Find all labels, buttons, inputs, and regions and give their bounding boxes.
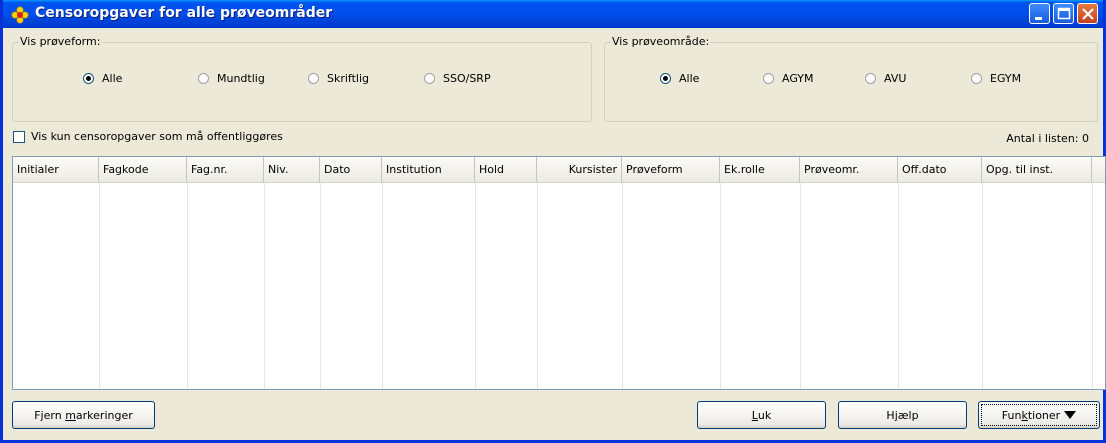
maximize-button[interactable] (1053, 3, 1074, 24)
column-header-kursister[interactable]: Kursister (537, 157, 622, 183)
column-header-initialer[interactable]: Initialer (13, 157, 99, 183)
column-divider (99, 183, 100, 389)
column-header-niv[interactable]: Niv. (264, 157, 320, 183)
minimize-button[interactable] (1029, 3, 1050, 24)
close-dialog-button[interactable]: Luk (697, 401, 826, 429)
column-divider (622, 183, 623, 389)
column-divider (320, 183, 321, 389)
column-header-institution[interactable]: Institution (382, 157, 475, 183)
radio-unselected-icon (865, 73, 876, 84)
radio-proeveform-skriftlig[interactable]: Skriftlig (308, 72, 369, 85)
column-divider (264, 183, 265, 389)
column-header-opg-til-inst[interactable]: Opg. til inst. (982, 157, 1092, 183)
list-count: Antal i listen: 0 (1006, 132, 1089, 145)
close-button[interactable] (1077, 3, 1098, 24)
radio-proeveform-alle[interactable]: Alle (83, 72, 122, 85)
radio-label: AVU (884, 72, 907, 85)
proeveform-group: Vis prøveform: Alle Mundtlig Skriftlig S… (12, 35, 592, 122)
radio-selected-icon (660, 73, 671, 84)
accelerator-key: m (65, 408, 76, 422)
radio-label: Alle (679, 72, 700, 85)
radio-proeveomraade-egym[interactable]: EGYM (971, 72, 1021, 85)
flower-icon (11, 6, 29, 24)
help-button[interactable]: Hj ælp (838, 401, 967, 429)
title-bar[interactable]: Censoropgaver for alle prøveområder (3, 0, 1103, 28)
button-label: H (886, 408, 895, 422)
column-divider (537, 183, 538, 389)
column-header-filler (1092, 157, 1105, 183)
button-label: tioner (1027, 408, 1061, 422)
column-divider (720, 183, 721, 389)
radio-unselected-icon (308, 73, 319, 84)
button-label: uk (757, 408, 772, 422)
list-header: Initialer Fagkode Fag.nr. Niv. Dato Inst… (13, 157, 1105, 183)
radio-label: Skriftlig (327, 72, 370, 85)
column-header-fagkode[interactable]: Fagkode (99, 157, 187, 183)
column-divider (1092, 183, 1093, 389)
radio-label: SSO/SRP (443, 72, 491, 85)
radio-label: AGYM (782, 72, 814, 85)
radio-selected-icon (83, 73, 94, 84)
column-header-proeveform[interactable]: Prøveform (622, 157, 720, 183)
column-header-fagnr[interactable]: Fag.nr. (187, 157, 264, 183)
button-label: Fun (1001, 408, 1022, 422)
radio-unselected-icon (763, 73, 774, 84)
proeveomraade-group: Vis prøveområde: Alle AGYM AVU EGYM (604, 35, 1098, 122)
close-icon (1082, 8, 1094, 20)
column-divider (898, 183, 899, 389)
radio-proeveomraade-avu[interactable]: AVU (865, 72, 906, 85)
radio-label: EGYM (990, 72, 1022, 85)
column-divider (982, 183, 983, 389)
column-header-ekrolle[interactable]: Ek.rolle (720, 157, 800, 183)
radio-unselected-icon (198, 73, 209, 84)
checkbox-box (13, 130, 25, 143)
radio-proeveform-mundtlig[interactable]: Mundtlig (198, 72, 265, 85)
functions-menu-button[interactable]: Fun k tioner (978, 401, 1100, 429)
proeveform-group-label: Vis prøveform: (19, 35, 102, 48)
column-header-offdato[interactable]: Off.dato (898, 157, 982, 183)
radio-proeveomraade-agym[interactable]: AGYM (763, 72, 814, 85)
proeveomraade-group-label: Vis prøveområde: (611, 35, 711, 48)
button-label: Fjern (34, 408, 66, 422)
column-header-dato[interactable]: Dato (320, 157, 382, 183)
radio-unselected-icon (971, 73, 982, 84)
maximize-icon (1057, 7, 1071, 20)
column-header-hold[interactable]: Hold (475, 157, 537, 183)
button-label: arkeringer (75, 408, 133, 422)
app-window: Censoropgaver for alle prøveområder Vis … (0, 0, 1106, 443)
minimize-icon (1035, 17, 1042, 20)
checkbox-label: Vis kun censoropgaver som må offentliggø… (31, 130, 283, 143)
triangle-down-icon (1064, 411, 1077, 419)
censor-list[interactable]: Initialer Fagkode Fag.nr. Niv. Dato Inst… (12, 156, 1106, 390)
radio-proeveomraade-alle[interactable]: Alle (660, 72, 699, 85)
radio-label: Mundtlig (217, 72, 265, 85)
radio-unselected-icon (424, 73, 435, 84)
column-divider (382, 183, 383, 389)
clear-selections-button[interactable]: Fjern m arkeringer (12, 401, 155, 429)
radio-proeveform-sso-srp[interactable]: SSO/SRP (424, 72, 491, 85)
offentliggoeres-checkbox[interactable]: Vis kun censoropgaver som må offentliggø… (13, 130, 283, 143)
column-header-proeveomr[interactable]: Prøveomr. (800, 157, 898, 183)
column-divider (800, 183, 801, 389)
button-label: ælp (897, 408, 919, 422)
column-divider (187, 183, 188, 389)
column-divider (475, 183, 476, 389)
radio-label: Alle (102, 72, 123, 85)
window-title: Censoropgaver for alle prøveområder (35, 5, 333, 21)
